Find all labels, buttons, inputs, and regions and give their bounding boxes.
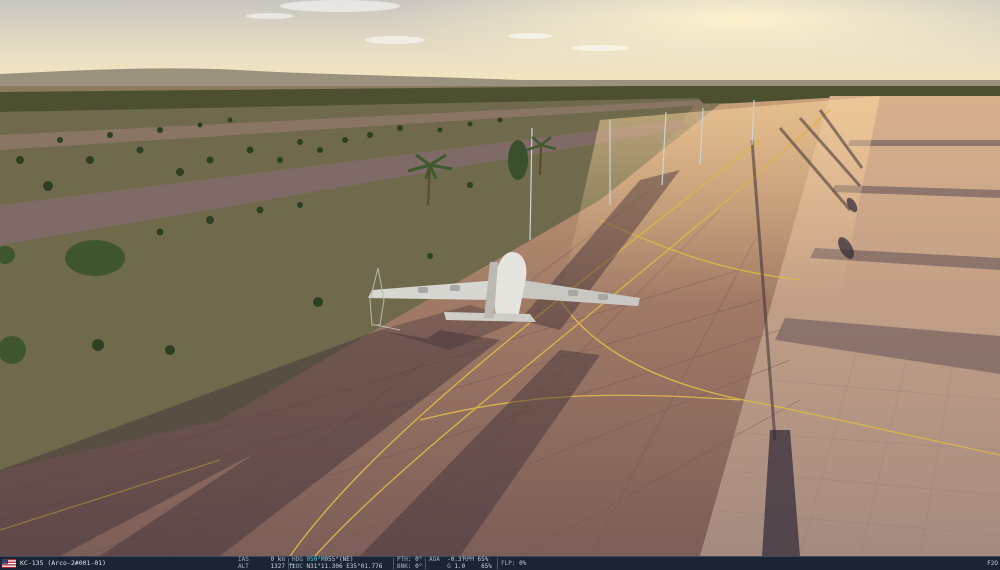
bnk-value: 0° (415, 562, 423, 570)
alt-label: ALT (238, 562, 249, 570)
rpm-readout: RPM 65% 65% (463, 556, 492, 570)
g-label: G (447, 562, 451, 570)
aoa-label: AOA (429, 556, 440, 563)
view-key-indicator: F2O (987, 560, 998, 567)
loc-value: N31°11.306 E35°01.776 (306, 562, 383, 570)
unit-name: KC-135 (Arco-2#001-01) (20, 559, 107, 567)
flaps-readout: FLP: 0% (501, 560, 527, 567)
divider (425, 558, 426, 569)
game-viewport[interactable] (0, 0, 1000, 556)
status-bar: KC-135 (Arco-2#001-01) IAS 0 kn ALT 1327… (0, 556, 1000, 570)
flp-value: 0% (519, 560, 527, 567)
divider (288, 558, 289, 569)
attitude-readout: PTH: 0° BNK: 0° (397, 556, 423, 570)
loc-label: LOC (292, 562, 303, 570)
flp-label: FLP (501, 560, 512, 567)
heading-location-readout: HDG 050°M055°(NE) LOC N31°11.306 E35°01.… (292, 556, 383, 570)
divider (497, 558, 498, 569)
rpm-label: RPM (463, 556, 474, 563)
aoa-g-readout: AOA -0.3° G 1.0 (429, 556, 465, 570)
rpm-value-2: 65% (481, 562, 492, 570)
bnk-label: BNK (397, 562, 408, 570)
divider (393, 558, 394, 569)
us-flag-icon (2, 559, 16, 568)
